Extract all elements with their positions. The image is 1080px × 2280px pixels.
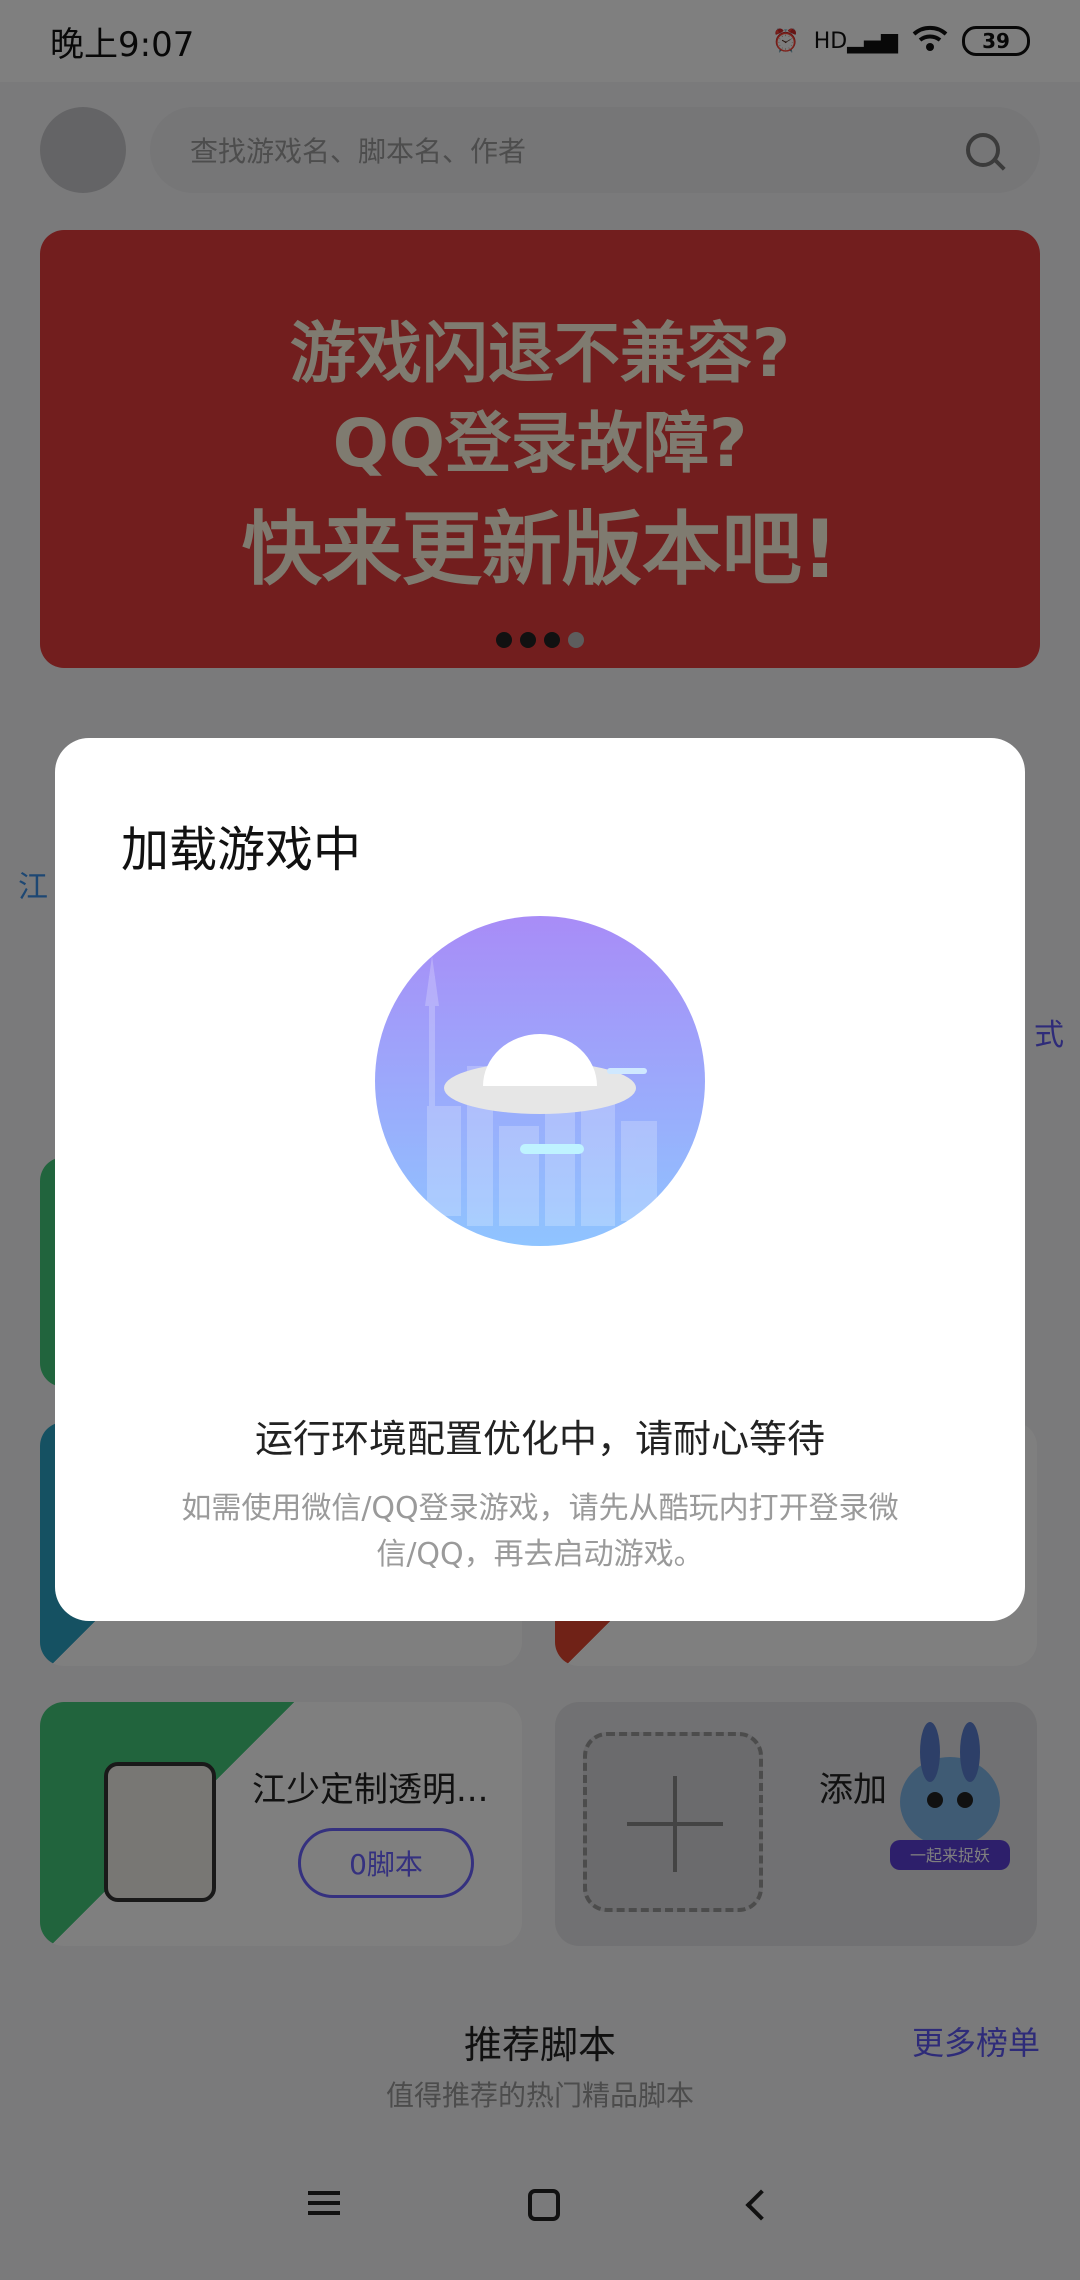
dialog-title: 加载游戏中 bbox=[121, 822, 362, 878]
loading-dialog: 加载游戏中 运行环境配置优化中，请耐心等待 如需使用微信/QQ登录游戏，请先从酷… bbox=[55, 738, 1025, 1621]
dialog-message: 运行环境配置优化中，请耐心等待 bbox=[254, 1417, 825, 1461]
ufo-icon bbox=[375, 916, 705, 1246]
dialog-note: 如需使用微信/QQ登录游戏，请先从酷玩内打开登录微信/QQ，再去启动游戏。 bbox=[181, 1491, 899, 1572]
